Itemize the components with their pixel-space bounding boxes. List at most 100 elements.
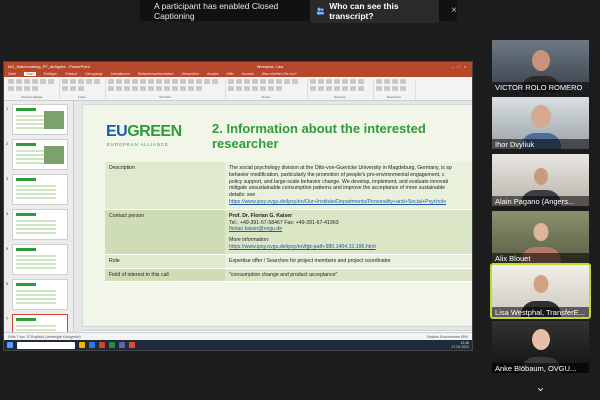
ribbon-button-icon[interactable]	[400, 86, 406, 91]
participant-tile[interactable]: Alix Blouet	[492, 211, 589, 263]
ribbon-button-icon[interactable]	[16, 79, 22, 84]
ribbon-button-icon[interactable]	[8, 86, 14, 91]
ribbon-button-icon[interactable]	[172, 79, 178, 84]
ribbon-button-icon[interactable]	[392, 79, 398, 84]
participant-tile[interactable]: Anke Blöbaum, OVGU...	[492, 321, 589, 373]
ribbon-button-icon[interactable]	[124, 79, 130, 84]
taskbar-app-icon[interactable]	[109, 342, 115, 348]
ribbon-button-icon[interactable]	[196, 79, 202, 84]
ribbon-button-icon[interactable]	[204, 79, 210, 84]
ribbon-button-icon[interactable]	[172, 86, 178, 91]
taskbar-app-icon[interactable]	[79, 342, 85, 348]
ribbon-button-icon[interactable]	[276, 86, 282, 91]
ribbon-button-icon[interactable]	[188, 86, 194, 91]
ribbon-button-icon[interactable]	[156, 86, 162, 91]
ribbon-button-icon[interactable]	[244, 79, 250, 84]
ribbon-button-icon[interactable]	[260, 79, 266, 84]
ribbon-button-icon[interactable]	[252, 86, 258, 91]
slide-thumbnail[interactable]: 2	[6, 139, 68, 170]
ribbon-button-icon[interactable]	[310, 86, 316, 91]
ribbon-button-icon[interactable]	[116, 86, 122, 91]
ribbon-button-icon[interactable]	[148, 79, 154, 84]
ribbon-button-icon[interactable]	[180, 86, 186, 91]
ribbon-button-icon[interactable]	[334, 86, 340, 91]
ribbon-button-icon[interactable]	[108, 79, 114, 84]
ribbon-button-icon[interactable]	[384, 86, 390, 91]
ribbon-button-icon[interactable]	[228, 86, 234, 91]
close-window-icon[interactable]: ×	[462, 64, 468, 69]
ribbon-button-icon[interactable]	[78, 79, 84, 84]
ribbon-button-icon[interactable]	[384, 79, 390, 84]
ribbon-button-icon[interactable]	[358, 79, 364, 84]
ribbon-button-icon[interactable]	[358, 86, 364, 91]
menu-tab[interactable]: Einfügen	[44, 72, 58, 76]
slide-thumbnail[interactable]: 4	[6, 209, 68, 240]
taskbar-search-input[interactable]	[17, 341, 75, 349]
menu-tab[interactable]: Start	[24, 71, 36, 76]
menu-tab[interactable]: Ansicht	[207, 72, 218, 76]
participant-tile[interactable]: Alain Pagano (Angers...	[492, 154, 589, 206]
ribbon-button-icon[interactable]	[268, 86, 274, 91]
ribbon-button-icon[interactable]	[140, 86, 146, 91]
menu-tab[interactable]: Bildschirmpräsentation	[138, 72, 173, 76]
participant-tile[interactable]: Lisa Westphal, TransferE...	[490, 263, 591, 319]
ribbon-button-icon[interactable]	[156, 79, 162, 84]
ribbon-button-icon[interactable]	[62, 86, 68, 91]
participant-tile[interactable]: Ihor Dvyliuk	[492, 97, 589, 149]
menu-tab[interactable]: Was möchten Sie tun?	[262, 72, 297, 76]
ribbon-button-icon[interactable]	[70, 86, 76, 91]
ribbon-button-icon[interactable]	[62, 79, 68, 84]
ribbon-button-icon[interactable]	[32, 86, 38, 91]
slide-thumbnail[interactable]: 6	[6, 279, 68, 310]
ribbon-button-icon[interactable]	[318, 79, 324, 84]
ribbon-button-icon[interactable]	[212, 79, 218, 84]
ribbon-button-icon[interactable]	[260, 86, 266, 91]
taskbar-app-icon[interactable]	[129, 342, 135, 348]
ribbon-button-icon[interactable]	[284, 79, 290, 84]
ribbon-button-icon[interactable]	[148, 86, 154, 91]
ribbon-button-icon[interactable]	[70, 79, 76, 84]
ribbon-button-icon[interactable]	[342, 79, 348, 84]
windows-start-icon[interactable]	[7, 342, 13, 348]
ribbon-button-icon[interactable]	[334, 79, 340, 84]
ribbon-button-icon[interactable]	[292, 79, 298, 84]
ribbon-button-icon[interactable]	[48, 79, 54, 84]
ribbon-button-icon[interactable]	[24, 79, 30, 84]
ribbon-button-icon[interactable]	[108, 86, 114, 91]
contact-link[interactable]: https://www.ipsy.ovgu.de/ipsy/en/fgk-pat…	[229, 244, 471, 251]
ribbon-button-icon[interactable]	[244, 86, 250, 91]
slide-thumbnail[interactable]: 1	[6, 104, 68, 135]
ribbon-button-icon[interactable]	[350, 86, 356, 91]
ribbon-button-icon[interactable]	[228, 79, 234, 84]
ribbon-button-icon[interactable]	[310, 79, 316, 84]
who-can-see-transcript-button[interactable]: Who can see this transcript?	[310, 0, 440, 23]
taskbar-app-icon[interactable]	[99, 342, 105, 348]
menu-tab[interactable]: Acrobat	[242, 72, 254, 76]
ribbon-button-icon[interactable]	[400, 79, 406, 84]
ribbon-button-icon[interactable]	[252, 79, 258, 84]
ribbon-button-icon[interactable]	[132, 86, 138, 91]
ribbon-button-icon[interactable]	[196, 86, 202, 91]
ribbon-button-icon[interactable]	[24, 86, 30, 91]
menu-tab[interactable]: Überprüfen	[181, 72, 199, 76]
ribbon-button-icon[interactable]	[78, 86, 84, 91]
ribbon-button-icon[interactable]	[350, 79, 356, 84]
ribbon-button-icon[interactable]	[124, 86, 130, 91]
ribbon-button-icon[interactable]	[40, 79, 46, 84]
chevron-down-icon[interactable]: ⌄	[533, 380, 548, 394]
close-icon[interactable]: ×	[451, 5, 457, 16]
ribbon-button-icon[interactable]	[268, 79, 274, 84]
menu-tab[interactable]: Hilfe	[226, 72, 233, 76]
taskbar-app-icon[interactable]	[89, 342, 95, 348]
ribbon-button-icon[interactable]	[276, 79, 282, 84]
ribbon-button-icon[interactable]	[342, 86, 348, 91]
ribbon-button-icon[interactable]	[318, 86, 324, 91]
ribbon-button-icon[interactable]	[94, 79, 100, 84]
ribbon-button-icon[interactable]	[140, 79, 146, 84]
menu-tab[interactable]: Datei	[8, 72, 16, 76]
menu-tab[interactable]: Entwurf	[65, 72, 77, 76]
ribbon-button-icon[interactable]	[164, 79, 170, 84]
ribbon-button-icon[interactable]	[376, 79, 382, 84]
ribbon-button-icon[interactable]	[326, 79, 332, 84]
ribbon-button-icon[interactable]	[8, 79, 14, 84]
